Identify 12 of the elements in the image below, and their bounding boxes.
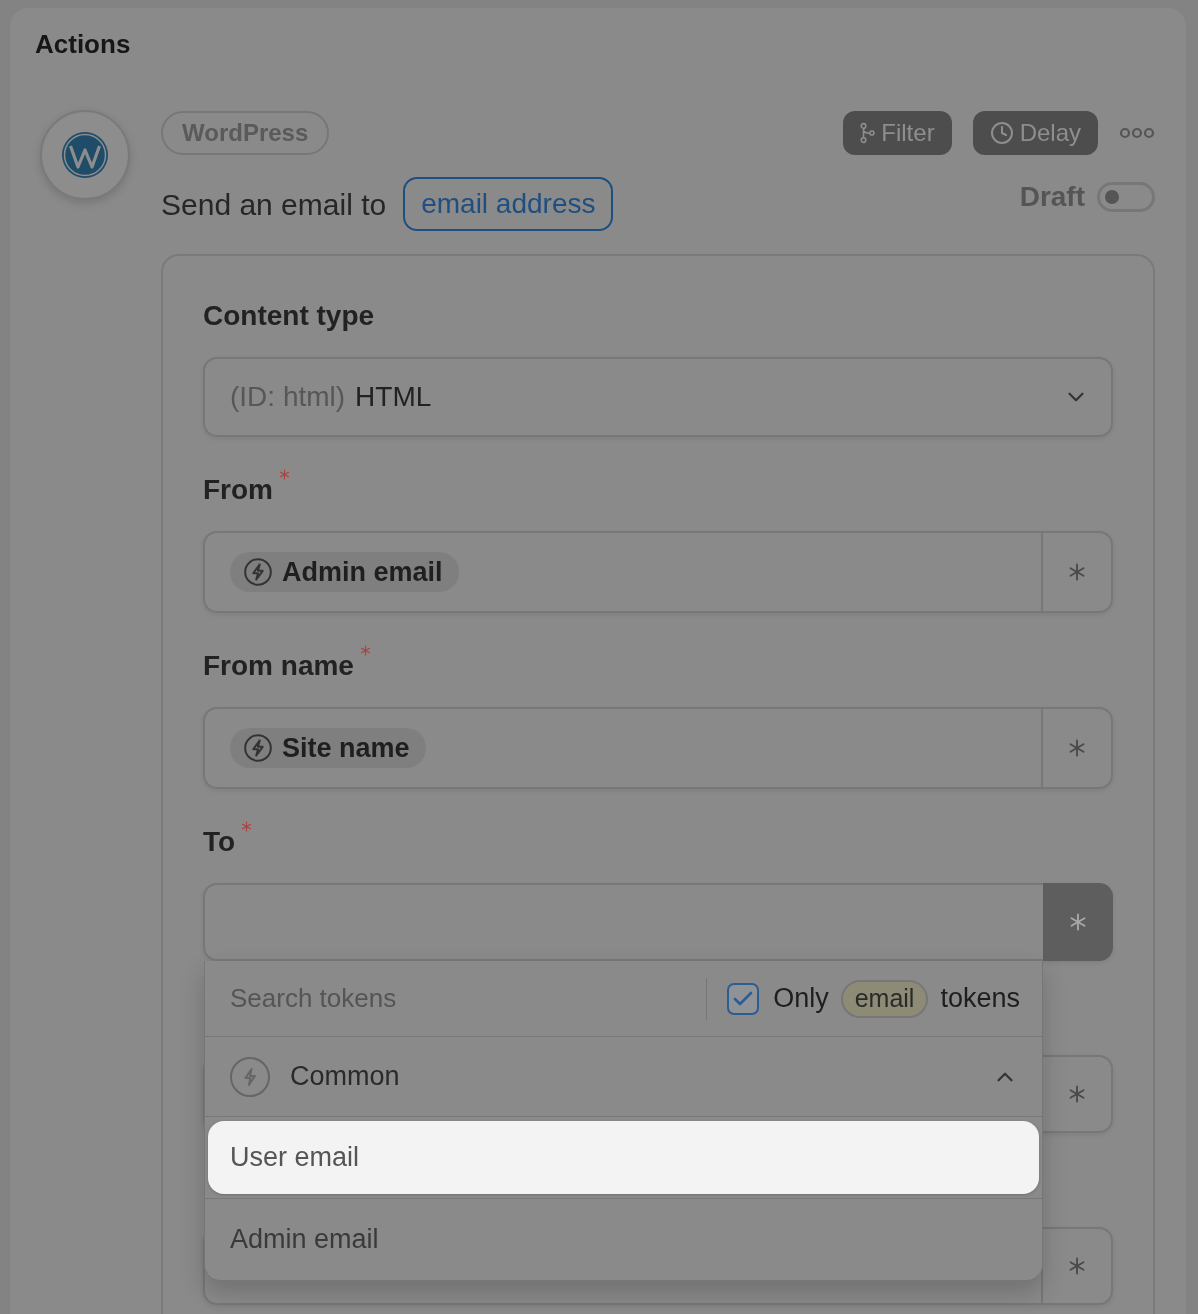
- token-label: Site name: [282, 731, 410, 765]
- filter-label: Only: [773, 982, 829, 1016]
- filter-label: tokens: [940, 982, 1020, 1016]
- field-label: To: [203, 825, 236, 859]
- field-label: From: [203, 473, 273, 507]
- token-label: Admin email: [282, 555, 443, 589]
- section-title: Actions: [35, 28, 132, 60]
- field-label: Content type: [203, 299, 375, 333]
- action-sentence: Send an email to: [161, 186, 387, 223]
- token-type-tag: email: [840, 979, 929, 1018]
- select-value: HTML: [355, 380, 433, 414]
- field-label: From name: [203, 649, 354, 683]
